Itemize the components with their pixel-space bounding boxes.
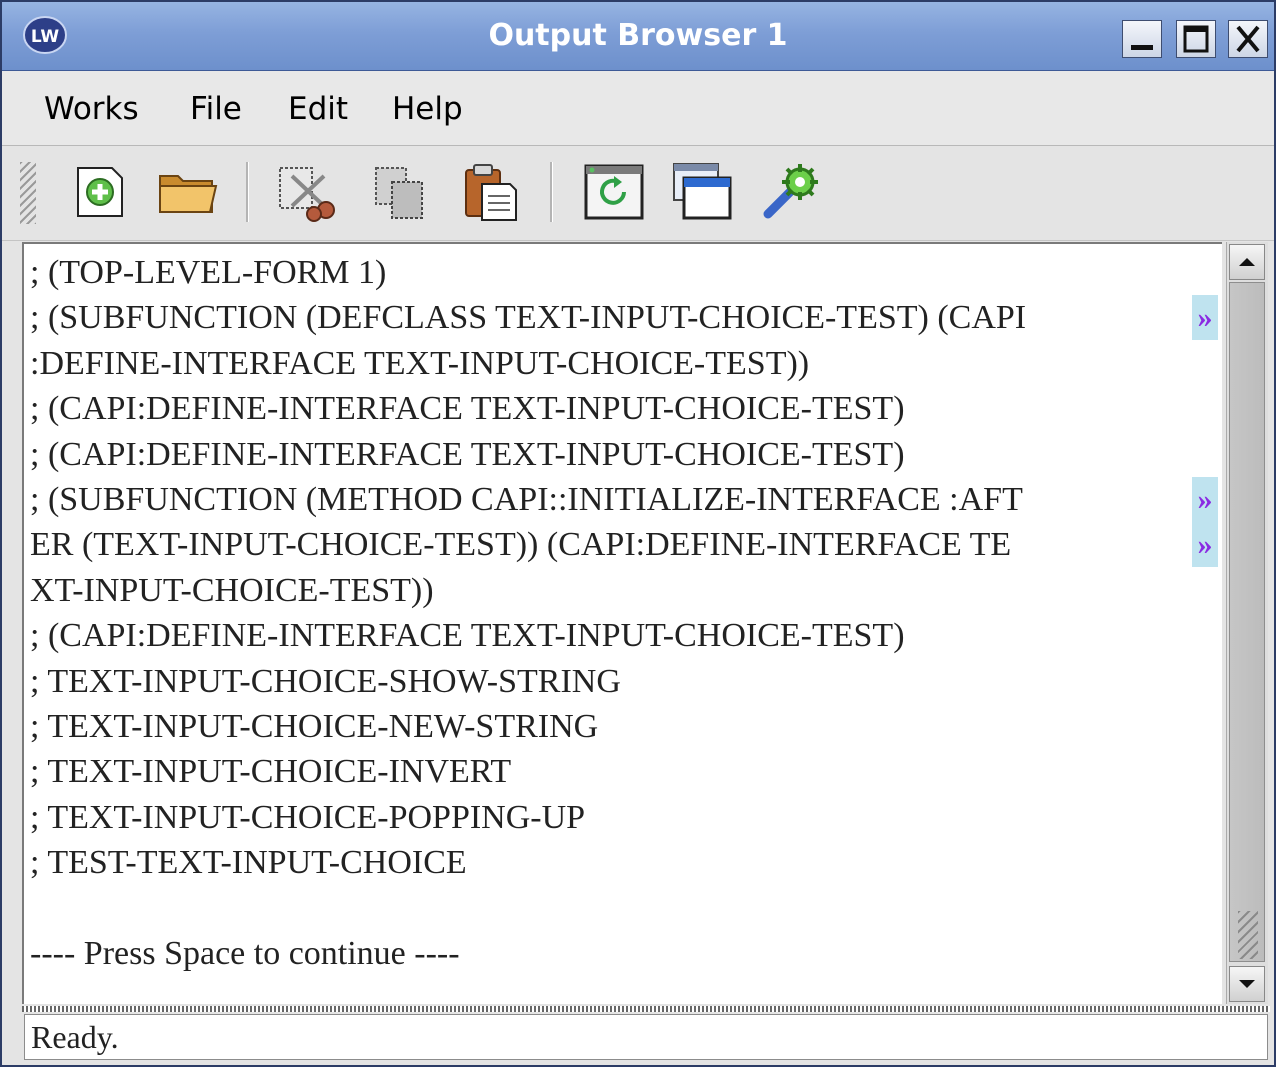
output-line: ; (SUBFUNCTION (METHOD CAPI::INITIALIZE-… (30, 476, 1218, 522)
menu-help[interactable]: Help (392, 91, 463, 127)
output-line: XT-INPUT-CHOICE-TEST)) (30, 568, 1026, 613)
output-line-text: ; (SUBFUNCTION (DEFCLASS TEXT-INPUT-CHOI… (30, 299, 1027, 337)
output-line: :DEFINE-INTERFACE TEXT-INPUT-CHOICE-TEST… (30, 341, 1026, 386)
output-line-text: ---- Press Space to continue ---- (30, 934, 460, 972)
menu-edit[interactable]: Edit (288, 91, 348, 127)
output-line: ; TEXT-INPUT-CHOICE-NEW-STRING (30, 704, 1026, 749)
output-line: ER (TEXT-INPUT-CHOICE-TEST)) (CAPI:DEFIN… (30, 522, 1218, 568)
output-line: ; (CAPI:DEFINE-INTERFACE TEXT-INPUT-CHOI… (30, 386, 1026, 431)
output-line: ; (CAPI:DEFINE-INTERFACE TEXT-INPUT-CHOI… (30, 613, 1026, 658)
open-button[interactable] (156, 160, 220, 224)
arrow-up-icon (1239, 258, 1255, 266)
cut-button[interactable] (274, 160, 338, 224)
settings-icon (763, 164, 818, 219)
menu-file[interactable]: File (190, 91, 242, 127)
cut-icon (279, 167, 335, 222)
copy-button[interactable] (368, 160, 432, 224)
new-button[interactable] (70, 160, 134, 224)
output-line-text: ; TEXT-INPUT-CHOICE-NEW-STRING (30, 707, 599, 745)
minimize-icon (1131, 45, 1153, 50)
new-file-icon (77, 167, 123, 217)
scroll-up-button[interactable] (1229, 244, 1265, 280)
output-line: ; TEST-TEXT-INPUT-CHOICE (30, 840, 1026, 885)
output-line: ; TEXT-INPUT-CHOICE-POPPING-UP (30, 795, 1026, 840)
menu-bar: Works File Edit Help (2, 71, 1274, 146)
toolbar-separator (550, 162, 553, 222)
output-line-text: ER (TEXT-INPUT-CHOICE-TEST)) (CAPI:DEFIN… (30, 526, 1012, 564)
output-line-text: ; (TOP-LEVEL-FORM 1) (30, 254, 387, 291)
toolbar-separator (246, 162, 249, 222)
status-text: Ready. (31, 1019, 119, 1055)
line-continuation-marker: » (1192, 476, 1218, 522)
output-lines: ; (TOP-LEVEL-FORM 1) ; (SUBFUNCTION (DEFC… (30, 250, 1218, 976)
output-line-text: ; TEXT-INPUT-CHOICE-POPPING-UP (30, 798, 586, 836)
output-line-text: ; (CAPI:DEFINE-INTERFACE TEXT-INPUT-CHOI… (30, 435, 905, 473)
window-icon (673, 163, 732, 220)
output-line-text: :DEFINE-INTERFACE TEXT-INPUT-CHOICE-TEST… (30, 344, 810, 382)
arrow-down-icon (1239, 980, 1255, 988)
scroll-down-button[interactable] (1229, 966, 1265, 1002)
close-button[interactable] (1228, 20, 1268, 58)
output-line-text: ; (CAPI:DEFINE-INTERFACE TEXT-INPUT-CHOI… (30, 390, 905, 428)
menu-works[interactable]: Works (44, 91, 139, 127)
settings-button[interactable] (760, 160, 824, 224)
output-text-area[interactable]: ; (TOP-LEVEL-FORM 1) ; (SUBFUNCTION (DEFC… (22, 242, 1222, 1004)
output-line: ; (TOP-LEVEL-FORM 1) (30, 250, 1026, 295)
close-icon (1236, 25, 1260, 53)
refresh-icon (584, 164, 644, 220)
open-folder-icon (159, 175, 218, 213)
title-bar[interactable]: LW Output Browser 1 (2, 2, 1274, 71)
paste-icon (465, 164, 517, 221)
output-browser-window: LW Output Browser 1 Works File Edit Help (0, 0, 1276, 1067)
output-line-text: ; TEXT-INPUT-CHOICE-SHOW-STRING (30, 662, 621, 700)
line-continuation-marker: » (1192, 295, 1218, 341)
paste-button[interactable] (458, 160, 522, 224)
line-continuation-marker: » (1192, 522, 1218, 568)
output-line-text: ; (SUBFUNCTION (METHOD CAPI::INITIALIZE-… (30, 480, 1023, 518)
minimize-button[interactable] (1122, 20, 1162, 58)
output-line: ; TEXT-INPUT-CHOICE-SHOW-STRING (30, 659, 1026, 704)
toolbar (2, 146, 1274, 241)
status-bar: Ready. (24, 1014, 1268, 1060)
output-line: ; (CAPI:DEFINE-INTERFACE TEXT-INPUT-CHOI… (30, 432, 1026, 477)
refresh-button[interactable] (582, 160, 646, 224)
output-line: ---- Press Space to continue ---- (30, 931, 1026, 976)
toolbar-grip[interactable] (20, 162, 36, 224)
output-line: ; TEXT-INPUT-CHOICE-INVERT (30, 749, 1026, 794)
vertical-scrollbar[interactable] (1226, 242, 1268, 1004)
window-title: Output Browser 1 (488, 18, 788, 53)
output-line-text: ; TEST-TEXT-INPUT-CHOICE (30, 844, 467, 882)
copy-icon (375, 167, 423, 219)
output-line: ; (SUBFUNCTION (DEFCLASS TEXT-INPUT-CHOI… (30, 295, 1218, 341)
maximize-icon (1183, 25, 1209, 53)
output-line-text: ; (CAPI:DEFINE-INTERFACE TEXT-INPUT-CHOI… (30, 617, 905, 655)
scrollbar-thumb[interactable] (1229, 282, 1265, 962)
pane-divider[interactable] (22, 1006, 1270, 1012)
thumb-grip (1238, 911, 1258, 959)
output-line-text: XT-INPUT-CHOICE-TEST)) (30, 571, 434, 609)
output-line-text: ; TEXT-INPUT-CHOICE-INVERT (30, 753, 512, 791)
maximize-button[interactable] (1176, 20, 1216, 58)
window-button[interactable] (670, 160, 734, 224)
